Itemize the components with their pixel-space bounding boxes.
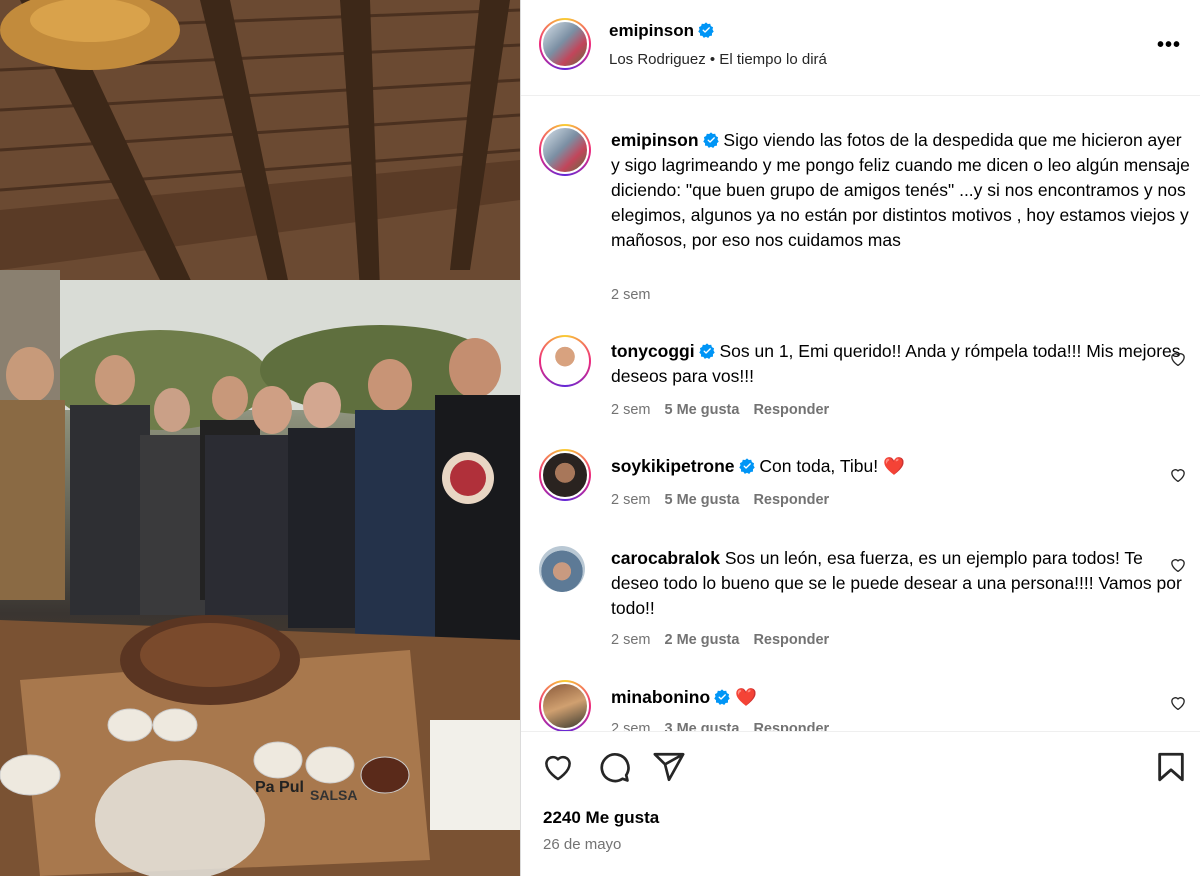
post-details-panel: emipinson Los Rodriguez • El tiempo lo d… bbox=[521, 0, 1200, 876]
share-icon[interactable] bbox=[652, 750, 686, 784]
caption-time[interactable]: 2 sem bbox=[611, 287, 651, 303]
likes-count[interactable]: 2240 Me gusta bbox=[543, 808, 659, 828]
comment-text-block: soykikipetrone Con toda, Tibu! ❤️ bbox=[611, 454, 1191, 479]
comment-likes[interactable]: 3 Me gusta bbox=[665, 721, 740, 731]
bookmark-icon[interactable] bbox=[1154, 750, 1188, 784]
verified-badge-icon bbox=[698, 343, 715, 359]
verified-badge-icon bbox=[714, 689, 730, 705]
comment-time[interactable]: 2 sem bbox=[611, 721, 651, 731]
audio-subtitle[interactable]: Los Rodriguez • El tiempo lo dirá bbox=[609, 51, 827, 68]
comment-text: ❤️ bbox=[735, 687, 757, 707]
caption-username[interactable]: emipinson bbox=[611, 130, 699, 150]
post-photo-illustration: SALSA Pa Pul bbox=[0, 0, 520, 876]
caption-text-block: emipinson Sigo viendo las fotos de la de… bbox=[611, 128, 1191, 253]
commenter-username[interactable]: tonycoggi bbox=[611, 341, 695, 361]
verified-badge-icon bbox=[698, 22, 714, 38]
comment-meta: 2 sem 2 Me gusta Responder bbox=[611, 632, 843, 648]
reply-button[interactable]: Responder bbox=[753, 632, 829, 648]
post-date[interactable]: 26 de mayo bbox=[543, 836, 621, 853]
post-actions: 2240 Me gusta 26 de mayo bbox=[521, 731, 1200, 876]
commenter-avatar[interactable] bbox=[539, 449, 591, 501]
commenter-username[interactable]: minabonino bbox=[611, 687, 710, 707]
heart-icon[interactable] bbox=[541, 750, 575, 784]
comment-likes[interactable]: 2 Me gusta bbox=[665, 632, 740, 648]
comment-likes[interactable]: 5 Me gusta bbox=[665, 492, 740, 508]
commenter-avatar[interactable] bbox=[539, 680, 591, 731]
heart-icon[interactable] bbox=[1169, 556, 1187, 574]
commenter-username[interactable]: carocabralok bbox=[611, 548, 720, 568]
caption-meta: 2 sem bbox=[611, 287, 665, 303]
caption-avatar[interactable] bbox=[539, 124, 591, 176]
reply-button[interactable]: Responder bbox=[753, 402, 829, 418]
comment-icon[interactable] bbox=[597, 750, 631, 784]
comment-meta: 2 sem 5 Me gusta Responder bbox=[611, 492, 843, 508]
post-header: emipinson Los Rodriguez • El tiempo lo d… bbox=[521, 0, 1200, 96]
author-name-row: emipinson bbox=[609, 21, 714, 41]
comment-text: Sos un 1, Emi querido!! Anda y rómpela t… bbox=[611, 341, 1181, 386]
more-horizontal-icon[interactable]: ••• bbox=[1157, 34, 1181, 57]
heart-icon[interactable] bbox=[1169, 466, 1187, 484]
comment-text-block: minabonino ❤️ bbox=[611, 685, 1191, 710]
author-avatar[interactable] bbox=[539, 18, 591, 70]
verified-badge-icon bbox=[702, 132, 719, 148]
cup-label-papu: Pa Pul bbox=[255, 779, 304, 796]
comment-text-block: tonycoggi Sos un 1, Emi querido!! Anda y… bbox=[611, 339, 1191, 389]
comments-list[interactable]: emipinson Sigo viendo las fotos de la de… bbox=[521, 97, 1200, 731]
commenter-username[interactable]: soykikipetrone bbox=[611, 456, 735, 476]
author-username[interactable]: emipinson bbox=[609, 21, 694, 40]
cup-label-salsa: SALSA bbox=[310, 787, 357, 803]
comment-meta: 2 sem 5 Me gusta Responder bbox=[611, 402, 843, 418]
verified-badge-icon bbox=[738, 458, 755, 474]
comment-text-block: carocabralok Sos un león, esa fuerza, es… bbox=[611, 546, 1191, 621]
comment-meta: 2 sem 3 Me gusta Responder bbox=[611, 721, 843, 731]
comment-likes[interactable]: 5 Me gusta bbox=[665, 402, 740, 418]
heart-icon[interactable] bbox=[1169, 350, 1187, 368]
post-photo[interactable]: SALSA Pa Pul bbox=[0, 0, 520, 876]
reply-button[interactable]: Responder bbox=[753, 721, 829, 731]
comment-time[interactable]: 2 sem bbox=[611, 402, 651, 418]
heart-icon[interactable] bbox=[1169, 694, 1187, 712]
reply-button[interactable]: Responder bbox=[753, 492, 829, 508]
commenter-avatar[interactable] bbox=[539, 335, 591, 387]
comment-text: Con toda, Tibu! ❤️ bbox=[759, 456, 905, 476]
comment-time[interactable]: 2 sem bbox=[611, 632, 651, 648]
comment-time[interactable]: 2 sem bbox=[611, 492, 651, 508]
commenter-avatar[interactable] bbox=[539, 546, 585, 592]
